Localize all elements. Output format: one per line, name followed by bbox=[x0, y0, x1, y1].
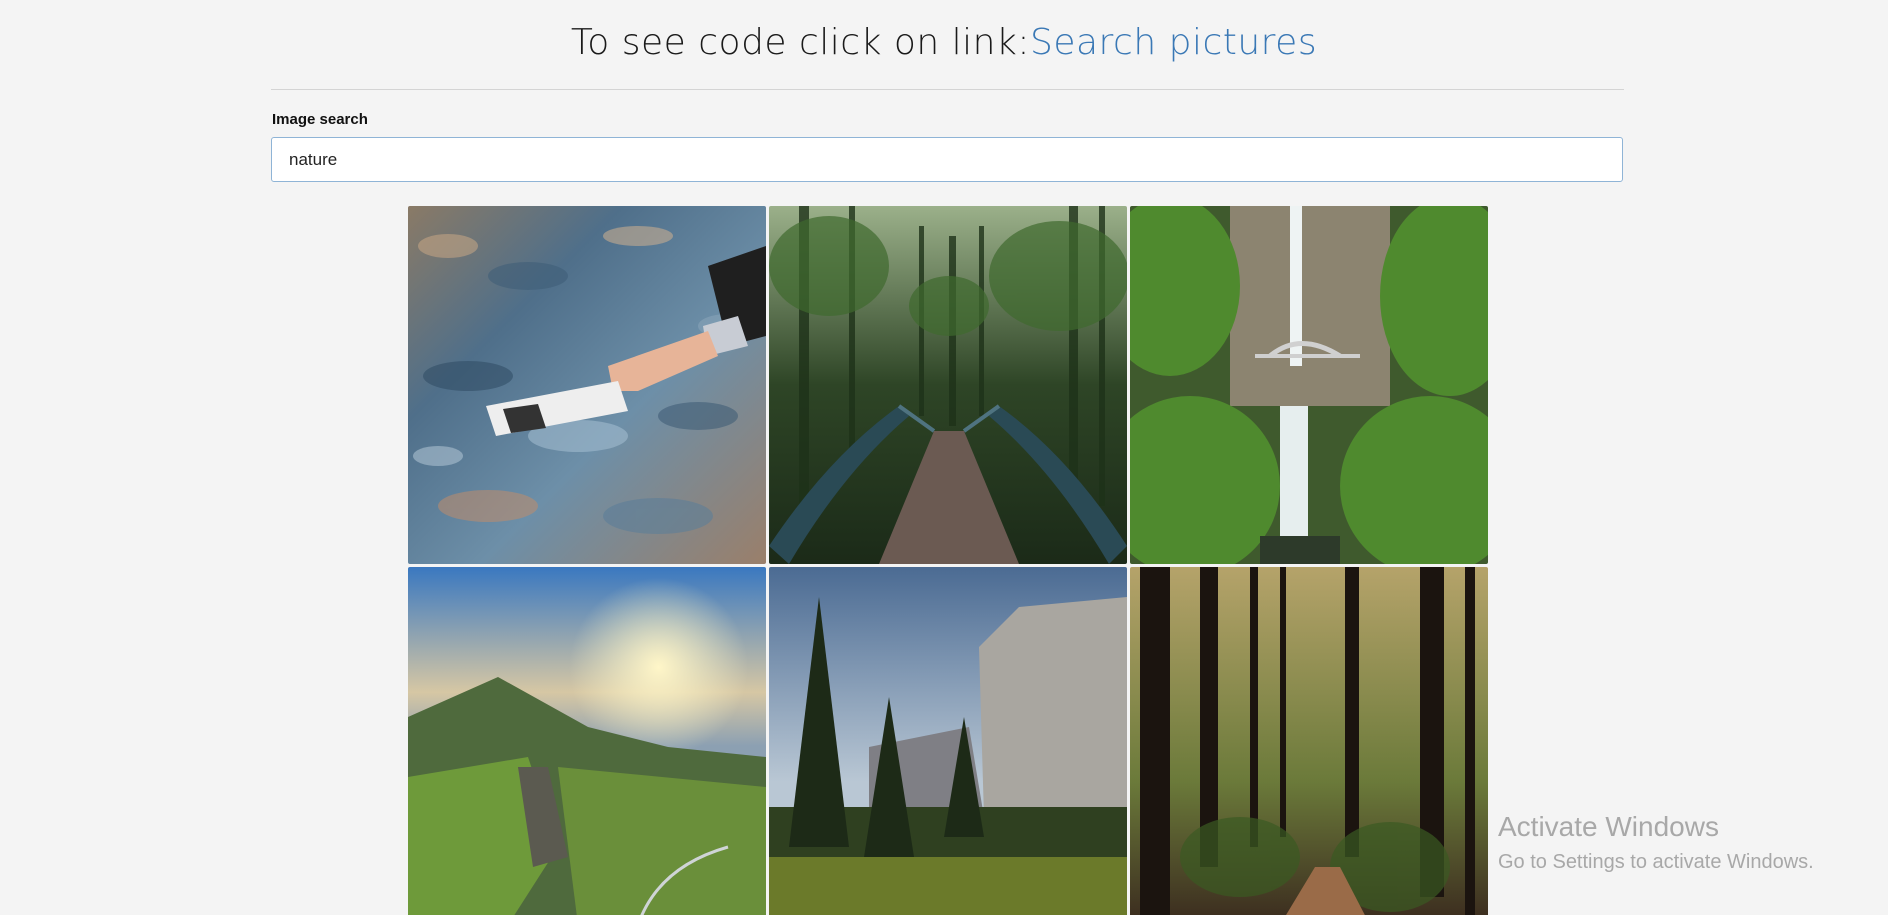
watermark-subtitle: Go to Settings to activate Windows. bbox=[1498, 851, 1814, 873]
title-prefix: To see code click on link: bbox=[570, 22, 1030, 63]
forest-bridge-image bbox=[769, 206, 1127, 564]
image-result-2[interactable] bbox=[769, 206, 1127, 564]
search-input[interactable] bbox=[271, 137, 1623, 182]
activate-windows-watermark: Activate Windows Go to Settings to activ… bbox=[1498, 811, 1814, 874]
image-result-4[interactable] bbox=[408, 567, 766, 915]
search-pictures-link[interactable]: Search pictures bbox=[1030, 22, 1317, 63]
watermark-title: Activate Windows bbox=[1498, 811, 1719, 842]
image-result-1[interactable] bbox=[408, 206, 766, 564]
header-divider bbox=[271, 89, 1624, 90]
river-rocks-image bbox=[408, 206, 766, 564]
page: To see code click on link:Search picture… bbox=[0, 0, 1888, 915]
page-title: To see code click on link:Search picture… bbox=[0, 22, 1888, 63]
forest-path-image bbox=[1130, 567, 1488, 915]
cliff-image bbox=[769, 567, 1127, 915]
image-result-6[interactable] bbox=[1130, 567, 1488, 915]
image-grid bbox=[408, 206, 1488, 915]
image-result-3[interactable] bbox=[1130, 206, 1488, 564]
valley-image bbox=[408, 567, 766, 915]
waterfall-image bbox=[1130, 206, 1488, 564]
search-label: Image search bbox=[272, 111, 368, 128]
image-result-5[interactable] bbox=[769, 567, 1127, 915]
